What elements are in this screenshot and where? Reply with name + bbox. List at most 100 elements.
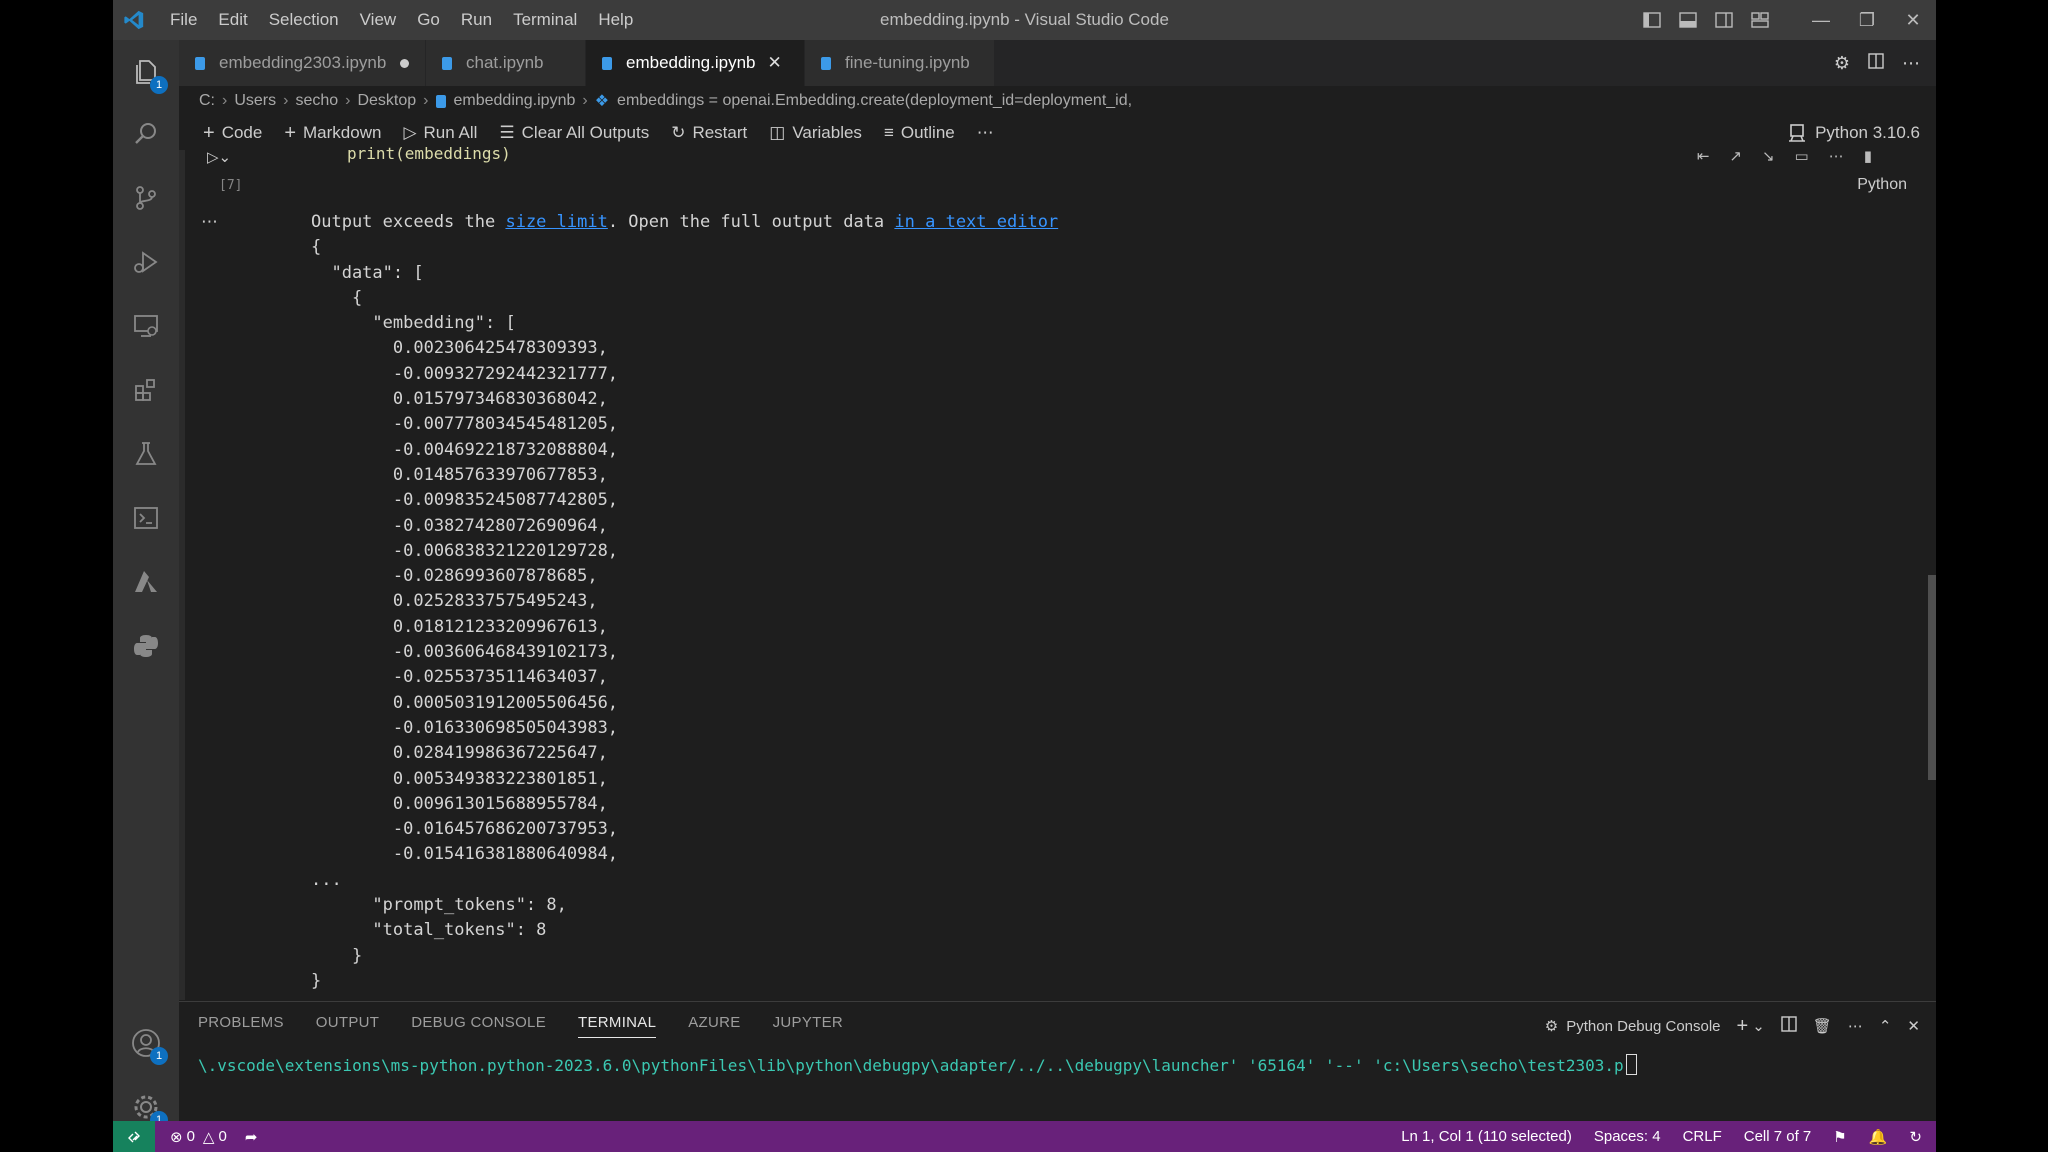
tab-terminal[interactable]: TERMINAL bbox=[578, 1014, 657, 1038]
azure-icon[interactable] bbox=[128, 564, 164, 600]
button-label: Run All bbox=[423, 123, 478, 142]
output-more-icon[interactable]: ⋯ bbox=[201, 212, 218, 232]
size-limit-link[interactable]: size limit bbox=[505, 212, 607, 232]
clear-all-outputs-button[interactable]: ☰ Clear All Outputs bbox=[499, 123, 649, 143]
explorer-badge: 1 bbox=[150, 76, 168, 94]
delete-cell-icon[interactable]: ▮ bbox=[1864, 147, 1872, 165]
split-terminal-icon[interactable] bbox=[1781, 1016, 1797, 1036]
chevron-right-icon: › bbox=[222, 92, 228, 109]
open-in-text-editor-link[interactable]: in a text editor bbox=[894, 212, 1058, 232]
toggle-panel-icon[interactable] bbox=[1670, 0, 1706, 40]
new-terminal-icon[interactable]: + bbox=[1737, 1015, 1749, 1038]
run-above-icon[interactable]: ⇤ bbox=[1697, 147, 1710, 165]
toolbar-more-icon[interactable]: ⋯ bbox=[977, 123, 994, 143]
restore-icon[interactable]: ❐ bbox=[1844, 0, 1890, 40]
tab-output[interactable]: OUTPUT bbox=[316, 1014, 379, 1038]
outline-list-icon: ≡ bbox=[883, 123, 894, 142]
split-editor-icon[interactable] bbox=[1868, 52, 1884, 74]
status-left: ⊗ 0 △ 0 ➦ bbox=[170, 1121, 257, 1152]
menu-view[interactable]: View bbox=[360, 10, 397, 30]
tab-problems[interactable]: PROBLEMS bbox=[198, 1014, 284, 1038]
add-code-cell-button[interactable]: + Code bbox=[203, 122, 262, 145]
tab-embedding2303[interactable]: embedding2303.ipynb bbox=[179, 40, 426, 86]
indentation[interactable]: Spaces: 4 bbox=[1594, 1128, 1661, 1145]
editor-scrollbar[interactable] bbox=[1928, 575, 1936, 780]
menu-run[interactable]: Run bbox=[461, 10, 492, 30]
extensions-icon[interactable] bbox=[128, 372, 164, 408]
toggle-secondary-sidebar-icon[interactable] bbox=[1706, 0, 1742, 40]
menu-edit[interactable]: Edit bbox=[218, 10, 247, 30]
minimize-icon[interactable]: — bbox=[1798, 0, 1844, 40]
manage-gear-icon[interactable]: 1 bbox=[128, 1089, 168, 1129]
notifications-bell-icon[interactable]: 🔔 bbox=[1869, 1128, 1888, 1146]
menu-terminal[interactable]: Terminal bbox=[513, 10, 577, 30]
menu-file[interactable]: File bbox=[170, 10, 197, 30]
debug-console-icon: ⚙ bbox=[1544, 1018, 1559, 1035]
outline-button[interactable]: ≡ Outline bbox=[884, 123, 955, 143]
play-icon: ▷ bbox=[403, 123, 417, 142]
live-share-icon[interactable]: ➦ bbox=[245, 1128, 258, 1146]
end-of-line[interactable]: CRLF bbox=[1683, 1128, 1722, 1145]
menu-go[interactable]: Go bbox=[417, 10, 440, 30]
accounts-icon[interactable]: 1 bbox=[128, 1025, 168, 1065]
run-and-debug-icon[interactable] bbox=[128, 244, 164, 280]
cell-indicator[interactable]: Cell 7 of 7 bbox=[1744, 1128, 1812, 1145]
breadcrumb-item[interactable]: embeddings = openai.Embedding.create(dep… bbox=[617, 92, 1132, 110]
button-label: Code bbox=[221, 123, 263, 142]
tab-chat[interactable]: chat.ipynb bbox=[426, 40, 586, 86]
menu-help[interactable]: Help bbox=[598, 10, 633, 30]
accounts-badge: 1 bbox=[150, 1047, 168, 1065]
feedback-icon[interactable]: ⚑ bbox=[1833, 1128, 1846, 1146]
maximize-panel-icon[interactable]: ⌃ bbox=[1879, 1017, 1892, 1035]
problems-status[interactable]: ⊗ 0 △ 0 bbox=[170, 1128, 227, 1146]
sync-icon[interactable]: ↻ bbox=[1909, 1128, 1922, 1146]
testing-icon[interactable] bbox=[128, 436, 164, 472]
cell-more-icon[interactable]: ⋯ bbox=[1829, 147, 1844, 165]
python-icon[interactable] bbox=[128, 628, 164, 664]
execute-below-icon[interactable]: ↘ bbox=[1762, 147, 1775, 165]
tab-azure[interactable]: AZURE bbox=[688, 1014, 740, 1038]
add-markdown-cell-button[interactable]: + Markdown bbox=[284, 122, 381, 145]
search-icon[interactable] bbox=[128, 116, 164, 152]
cursor-position[interactable]: Ln 1, Col 1 (110 selected) bbox=[1401, 1128, 1572, 1145]
execute-above-icon[interactable]: ↗ bbox=[1729, 147, 1742, 165]
unsaved-dot-icon bbox=[400, 58, 410, 68]
settings-gear-icon[interactable]: ⚙ bbox=[1834, 53, 1850, 74]
terminal-name[interactable]: Python Debug Console bbox=[1566, 1018, 1720, 1035]
kill-terminal-trash-icon[interactable]: 🗑 bbox=[1813, 1017, 1832, 1035]
toggle-primary-sidebar-icon[interactable] bbox=[1634, 0, 1670, 40]
run-all-button[interactable]: ▷ Run All bbox=[403, 123, 477, 143]
more-actions-icon[interactable]: ⋯ bbox=[1902, 53, 1920, 74]
cell-code[interactable]: print(embeddings) bbox=[347, 144, 511, 163]
restart-button[interactable]: ↻ Restart bbox=[671, 123, 747, 143]
tab-label: embedding2303.ipynb bbox=[219, 53, 387, 72]
chevron-right-icon: › bbox=[283, 92, 289, 109]
remote-explorer-icon[interactable] bbox=[128, 308, 164, 344]
tab-jupyter[interactable]: JUPYTER bbox=[773, 1014, 843, 1038]
panel-more-icon[interactable]: ⋯ bbox=[1848, 1017, 1863, 1035]
tab-embedding[interactable]: embedding.ipynb ✕ bbox=[586, 40, 805, 86]
close-window-icon[interactable]: ✕ bbox=[1890, 0, 1936, 40]
source-control-icon[interactable] bbox=[128, 180, 164, 216]
remote-indicator-icon[interactable] bbox=[113, 1121, 155, 1152]
run-cell-icon[interactable]: ▷⌄ bbox=[207, 148, 231, 166]
menu-selection[interactable]: Selection bbox=[269, 10, 339, 30]
terminal-dropdown-icon[interactable]: ⌄ bbox=[1752, 1017, 1765, 1035]
close-panel-icon[interactable]: ✕ bbox=[1907, 1017, 1920, 1035]
customize-layout-icon[interactable] bbox=[1742, 0, 1778, 40]
terminal-view-icon[interactable] bbox=[128, 500, 164, 536]
breadcrumb-item[interactable]: C: bbox=[199, 92, 215, 110]
tab-fine-tuning[interactable]: fine-tuning.ipynb bbox=[805, 40, 995, 86]
breadcrumb-item[interactable]: Desktop bbox=[357, 92, 416, 110]
variables-button[interactable]: ◫ Variables bbox=[769, 123, 862, 143]
kernel-icon bbox=[1789, 124, 1806, 142]
breadcrumb-item[interactable]: Users bbox=[234, 92, 276, 110]
breadcrumb-item[interactable]: embedding.ipynb bbox=[454, 92, 576, 110]
breadcrumb-item[interactable]: secho bbox=[295, 92, 338, 110]
terminal-output[interactable]: \.vscode\extensions\ms-python.python-202… bbox=[198, 1054, 1637, 1075]
cell-language[interactable]: Python bbox=[1857, 176, 1907, 194]
close-tab-icon[interactable]: ✕ bbox=[767, 53, 781, 73]
tab-debug-console[interactable]: DEBUG CONSOLE bbox=[411, 1014, 546, 1038]
split-cell-icon[interactable]: ▭ bbox=[1795, 147, 1809, 165]
explorer-icon[interactable]: 1 bbox=[128, 54, 168, 94]
